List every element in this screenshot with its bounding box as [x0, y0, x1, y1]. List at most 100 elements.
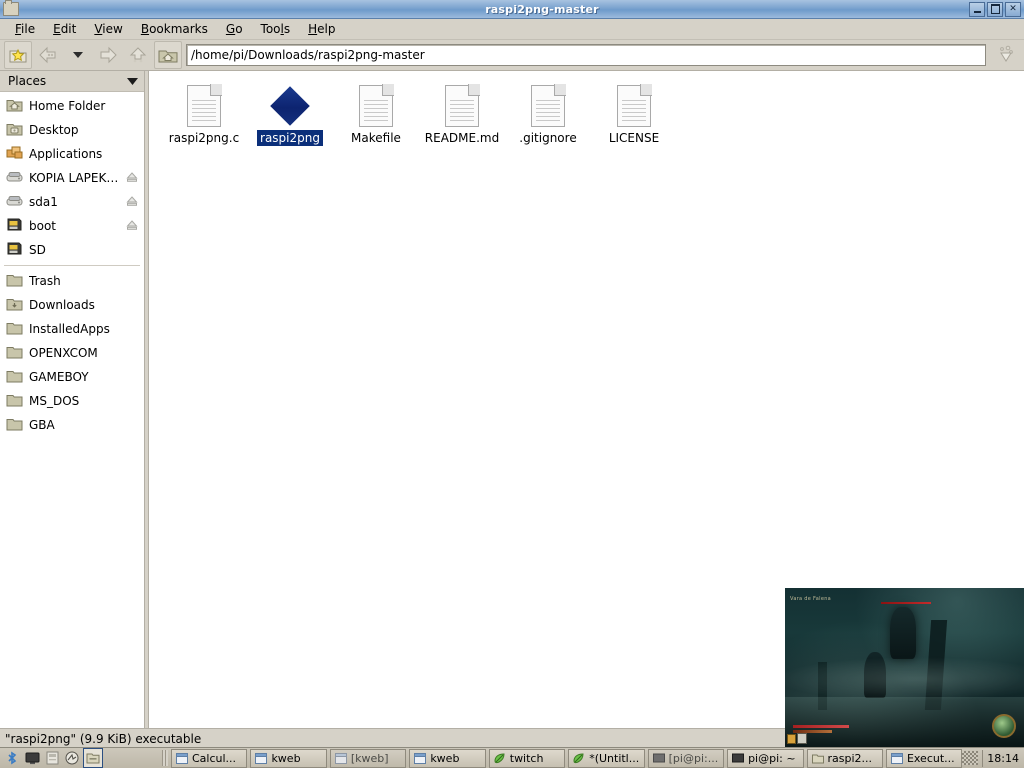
window-icon	[414, 752, 427, 764]
task-button[interactable]: kweb	[250, 748, 327, 768]
system-tray	[962, 751, 979, 765]
menu-tools[interactable]: Tools	[252, 20, 300, 38]
menu-view[interactable]: View	[85, 20, 131, 38]
sidebar-item-gameboy[interactable]: GAMEBOY	[0, 365, 144, 389]
window-controls: ✕	[969, 1, 1024, 17]
file-item[interactable]: Makefile	[333, 81, 419, 147]
eject-icon[interactable]	[126, 171, 138, 186]
sidebar-item-desktop[interactable]: Desktop	[0, 118, 144, 142]
sidebar-item-ms-dos[interactable]: MS_DOS	[0, 389, 144, 413]
folder-icon	[6, 320, 23, 338]
sdcard-icon	[6, 217, 23, 235]
document-icon	[187, 84, 222, 127]
document-icon	[531, 84, 566, 127]
sidebar-item-label: SD	[29, 243, 46, 257]
sidebar-item-kopia-lapek[interactable]: KOPIA LAPEK ...	[0, 166, 144, 190]
file-item[interactable]: README.md	[419, 81, 505, 147]
file-manager-icon[interactable]	[83, 748, 103, 768]
video-hud-name: Vara de Falena	[790, 596, 832, 602]
status-text: "raspi2png" (9.9 KiB) executable	[5, 731, 202, 746]
task-button[interactable]: Calcul...	[171, 748, 248, 768]
sidebar-item-label: GAMEBOY	[29, 370, 89, 384]
executable-icon	[270, 85, 310, 127]
terminal-icon[interactable]	[23, 749, 41, 767]
task-label: pi@pi: ~	[748, 751, 796, 765]
sidebar-item-gba[interactable]: GBA	[0, 413, 144, 437]
toolbar: /home/pi/Downloads/raspi2png-master	[0, 40, 1024, 71]
sidebar-item-sd[interactable]: SD	[0, 238, 144, 262]
file-item[interactable]: LICENSE	[591, 81, 677, 147]
home-icon[interactable]	[154, 41, 182, 69]
menu-help[interactable]: Help	[299, 20, 344, 38]
task-button[interactable]: raspi2...	[806, 748, 883, 768]
task-label: kweb	[271, 751, 301, 765]
document-icon	[445, 84, 480, 127]
places-title: Places	[8, 74, 47, 88]
sidebar-item-label: KOPIA LAPEK ...	[29, 171, 120, 185]
places-header[interactable]: Places	[0, 71, 144, 92]
forward-icon[interactable]	[94, 41, 122, 69]
sidebar-item-label: Desktop	[29, 123, 79, 137]
up-icon[interactable]	[124, 41, 152, 69]
close-button[interactable]: ✕	[1005, 1, 1021, 17]
eject-icon[interactable]	[126, 195, 138, 210]
file-item[interactable]: raspi2png	[247, 81, 333, 147]
browser-globe-icon[interactable]	[63, 749, 81, 767]
folder-icon	[6, 416, 23, 434]
sidebar-item-openxcom[interactable]: OPENXCOM	[0, 341, 144, 365]
document-icon	[617, 84, 652, 127]
back-icon[interactable]	[34, 41, 62, 69]
sidebar-item-sda1[interactable]: sda1	[0, 190, 144, 214]
menu-file[interactable]: FFileile	[6, 20, 44, 38]
task-button[interactable]: pi@pi: ~	[727, 748, 804, 768]
sidebar-item-downloads[interactable]: Downloads	[0, 293, 144, 317]
task-button[interactable]: [pi@pi:...	[647, 748, 725, 768]
game-video-overlay[interactable]: Vara de Falena	[785, 588, 1024, 748]
path-text: /home/pi/Downloads/raspi2png-master	[191, 48, 425, 62]
chevron-down-icon[interactable]	[127, 74, 138, 88]
file-item[interactable]: raspi2png.c	[161, 81, 247, 147]
window-icon	[255, 752, 268, 764]
minimize-button[interactable]	[969, 1, 985, 17]
folder-icon	[6, 344, 23, 362]
task-label: [pi@pi:...	[668, 751, 719, 765]
sidebar-item-trash[interactable]: Trash	[0, 269, 144, 293]
window-icon	[176, 752, 188, 764]
clock[interactable]: 18:14	[982, 749, 1024, 767]
bluetooth-icon[interactable]	[3, 749, 21, 767]
sidebar-item-applications[interactable]: Applications	[0, 142, 144, 166]
task-button[interactable]: *(Untitl...	[568, 748, 645, 768]
document-icon	[359, 84, 394, 127]
jump-to-icon[interactable]	[992, 42, 1020, 68]
history-dropdown-icon[interactable]	[64, 41, 92, 69]
file-item[interactable]: .gitignore	[505, 81, 591, 147]
sidebar-item-boot[interactable]: boot	[0, 214, 144, 238]
sidebar-item-label: Downloads	[29, 298, 95, 312]
path-input[interactable]: /home/pi/Downloads/raspi2png-master	[186, 44, 986, 66]
menu-bookmarks[interactable]: Bookmarks	[132, 20, 217, 38]
task-label: kweb	[430, 751, 460, 765]
sidebar-item-installedapps[interactable]: InstalledApps	[0, 317, 144, 341]
sidebar-item-label: InstalledApps	[29, 322, 110, 336]
task-label: Execut...	[906, 751, 955, 765]
archive-icon[interactable]	[43, 749, 61, 767]
applications-icon	[6, 145, 23, 163]
window-titlebar[interactable]: raspi2png-master ✕	[0, 0, 1024, 19]
task-button[interactable]: kweb	[409, 748, 486, 768]
task-button[interactable]: [kweb]	[329, 748, 407, 768]
file-label: README.md	[424, 131, 500, 145]
menu-edit[interactable]: Edit	[44, 20, 85, 38]
sidebar-divider	[4, 265, 140, 266]
taskbar-launchers	[0, 748, 103, 768]
eject-icon[interactable]	[126, 219, 138, 234]
window-icon	[890, 752, 903, 764]
sidebar-item-home-folder[interactable]: Home Folder	[0, 94, 144, 118]
task-button[interactable]: twitch	[488, 748, 566, 768]
menu-go[interactable]: Go	[217, 20, 252, 38]
new-bookmark-icon[interactable]	[4, 41, 32, 69]
task-button[interactable]: Execut...	[885, 748, 963, 768]
maximize-button[interactable]	[987, 1, 1003, 17]
taskbar-drag-handle[interactable]	[162, 750, 168, 766]
screen: raspi2png-master ✕ FFileile Edit View Bo…	[0, 0, 1024, 768]
video-hud-item	[797, 733, 807, 744]
